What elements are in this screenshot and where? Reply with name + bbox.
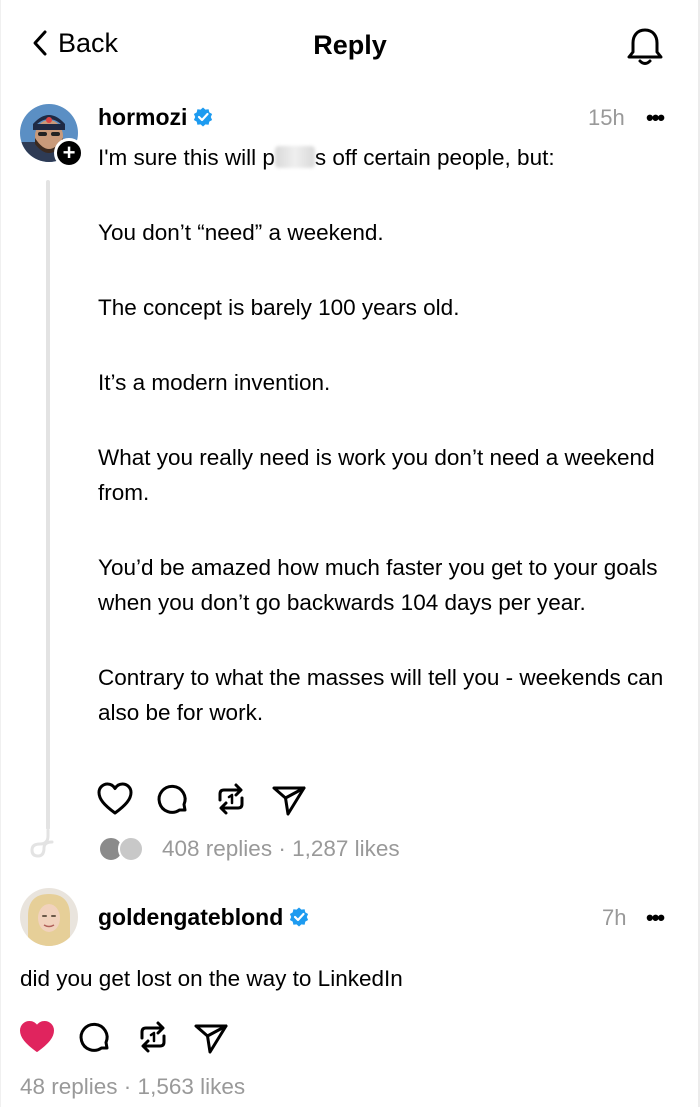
thread-line [46, 180, 50, 830]
post-line-1-start: I'm sure this will p [98, 145, 275, 170]
post-stats: 408 replies · 1,287 likes [98, 834, 400, 864]
top-nav-bar: Back Reply [0, 0, 700, 88]
post-line-1: I'm sure this will p s off certain people… [98, 140, 678, 175]
reply-timestamp: 7h [602, 905, 627, 930]
like-button[interactable] [96, 780, 134, 818]
reply-button[interactable] [76, 1018, 114, 1056]
send-icon [194, 1024, 228, 1054]
post-paragraph: The concept is barely 100 years old. [98, 295, 460, 320]
page-title: Reply [313, 30, 387, 60]
reply-action-bar [18, 1018, 250, 1056]
thread-connector-icon [30, 830, 54, 858]
reply-text: did you get lost on the way to LinkedIn [20, 966, 403, 991]
send-icon [272, 786, 306, 816]
heart-icon [97, 782, 133, 815]
follow-button[interactable]: + [54, 138, 84, 168]
heart-filled-icon [20, 1021, 54, 1052]
post-author: hormozi [98, 102, 213, 132]
replies-likes-count[interactable]: 408 replies · 1,287 likes [162, 834, 400, 864]
more-options-icon[interactable]: ••• [646, 104, 665, 132]
reply-author: goldengateblond [98, 902, 309, 932]
more-options-icon[interactable]: ••• [646, 904, 665, 932]
repost-button[interactable] [134, 1018, 172, 1056]
post-timestamp: 15h [588, 105, 625, 130]
post-paragraph: Contrary to what the masses will tell yo… [98, 665, 664, 725]
avatar-portrait-image [20, 888, 78, 946]
replier-avatars [98, 834, 148, 864]
post-paragraph: You don’t “need” a weekend. [98, 220, 384, 245]
post-paragraph: What you really need is work you don’t n… [98, 445, 655, 505]
post-text: I'm sure this will p s off certain people… [98, 140, 678, 730]
author-username[interactable]: hormozi [98, 102, 187, 132]
post-action-bar [96, 780, 328, 818]
comment-bubble-icon [157, 784, 187, 814]
reply-stats[interactable]: 48 replies · 1,563 likes [20, 1072, 245, 1102]
share-button[interactable] [270, 780, 308, 818]
avatar[interactable] [20, 888, 78, 946]
repost-button[interactable] [212, 780, 250, 818]
censored-blur [274, 146, 315, 168]
post-line-1-end: s off certain people, but: [314, 145, 555, 170]
verified-badge-icon [194, 107, 213, 127]
post-paragraph: It’s a modern invention. [98, 370, 331, 395]
like-button[interactable] [18, 1018, 56, 1056]
verified-badge-icon [290, 907, 309, 927]
frame-left-border [0, 0, 1, 1107]
reply-button[interactable] [154, 780, 192, 818]
repost-icon [140, 1021, 166, 1053]
repost-icon [218, 783, 244, 815]
comment-bubble-icon [79, 1022, 109, 1052]
post-paragraph: You’d be amazed how much faster you get … [98, 555, 658, 615]
share-button[interactable] [192, 1018, 230, 1056]
author-username[interactable]: goldengateblond [98, 902, 283, 932]
replier-avatar [118, 836, 144, 862]
bell-icon[interactable] [624, 24, 666, 68]
